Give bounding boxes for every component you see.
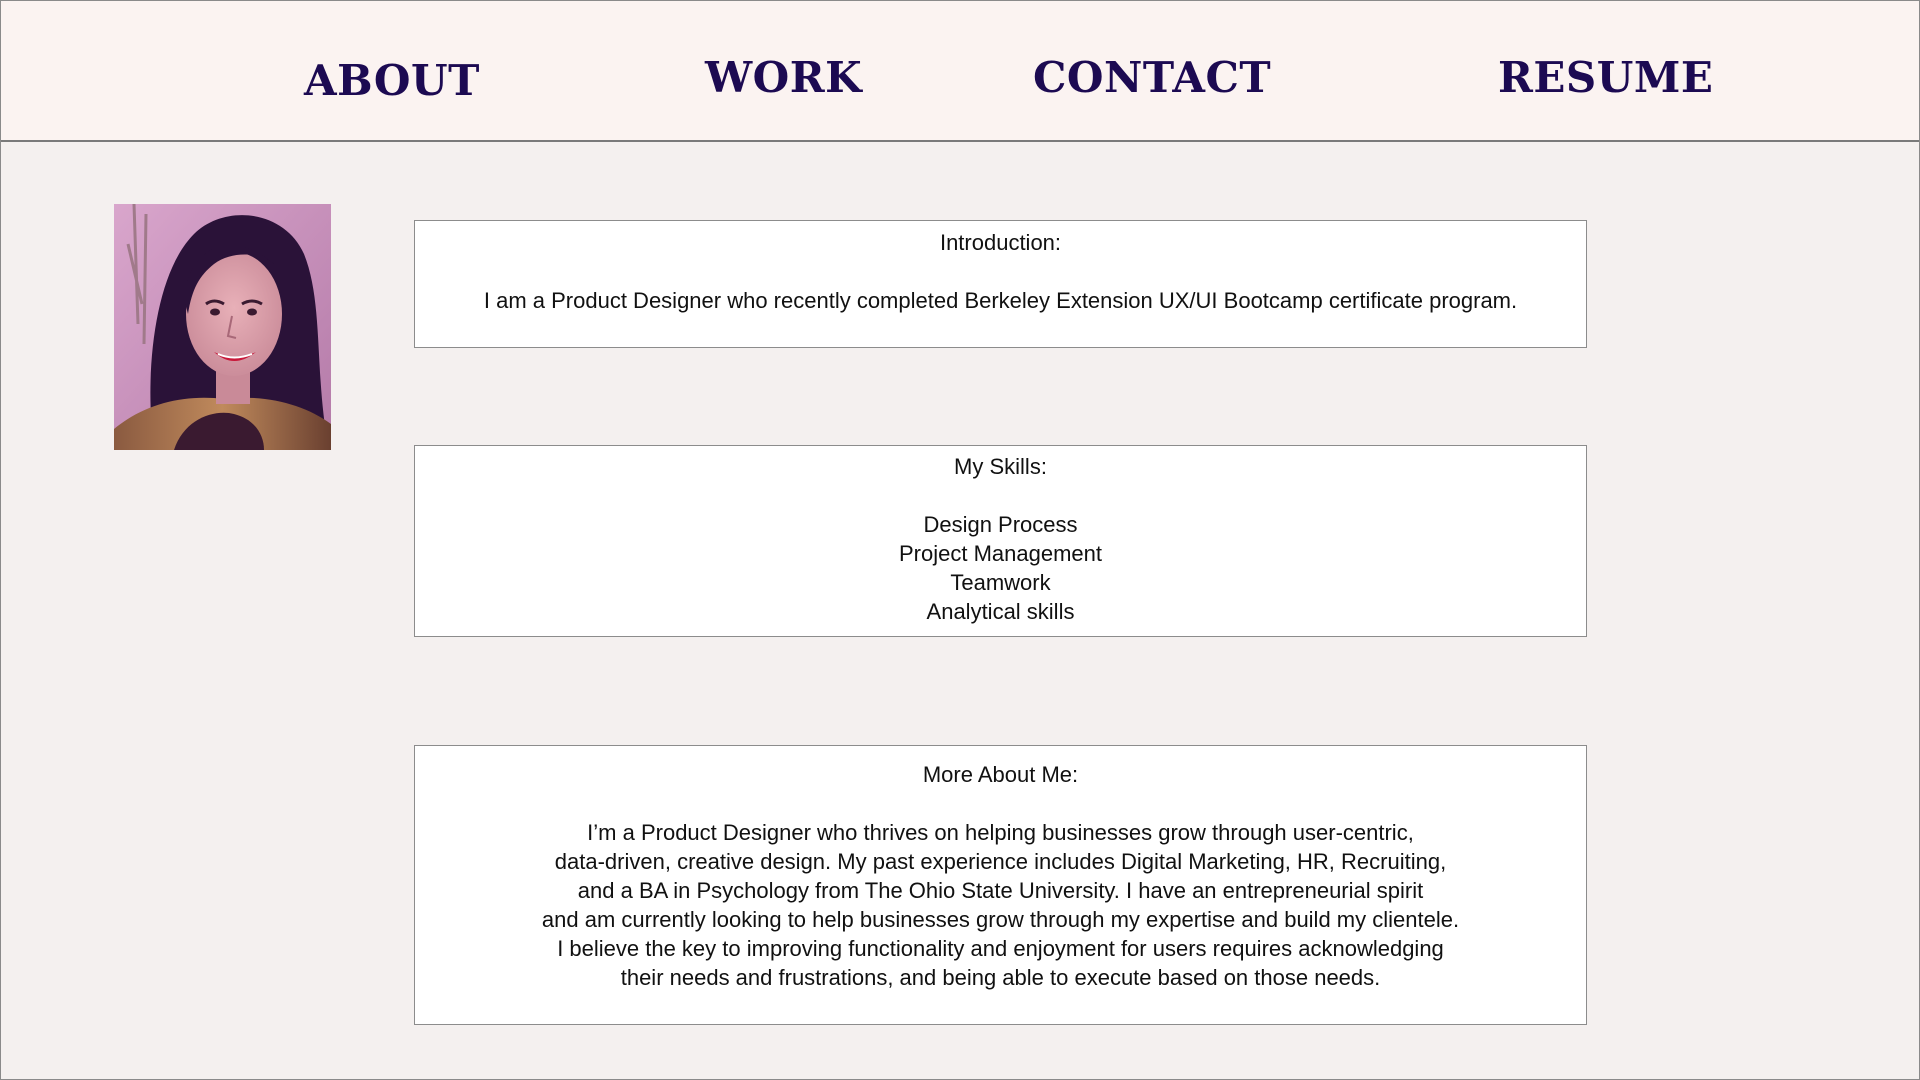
introduction-title: Introduction: <box>939 230 1062 255</box>
skill-item: Design Process <box>923 512 1078 537</box>
top-nav: ABOUT WORK CONTACT RESUME <box>1 1 1919 142</box>
more-about-me-text: I’m a Product Designer who thrives on he… <box>415 818 1586 992</box>
nav-resume-link[interactable]: RESUME <box>1498 53 1713 102</box>
more-about-me-line: and a BA in Psychology from The Ohio Sta… <box>577 878 1424 903</box>
more-about-me-line: I’m a Product Designer who thrives on he… <box>587 820 1414 845</box>
skills-title: My Skills: <box>954 454 1047 479</box>
introduction-card: Introduction: I am a Product Designer wh… <box>414 220 1587 348</box>
more-about-me-line: and am currently looking to help busines… <box>541 907 1460 932</box>
nav-contact-link[interactable]: CONTACT <box>1033 53 1271 102</box>
skill-item: Project Management <box>899 541 1102 566</box>
more-about-me-line: I believe the key to improving functiona… <box>557 936 1444 961</box>
more-about-me-line: data-driven, creative design. My past ex… <box>554 849 1447 874</box>
more-about-me-line: their needs and frustrations, and being … <box>620 965 1381 990</box>
profile-photo <box>114 204 331 450</box>
more-about-me-title: More About Me: <box>922 762 1079 787</box>
skills-card: My Skills: Design Process Project Manage… <box>414 445 1587 637</box>
nav-work-link[interactable]: WORK <box>705 53 862 102</box>
skill-item: Analytical skills <box>926 599 1075 624</box>
more-about-me-card: More About Me: I’m a Product Designer wh… <box>414 745 1587 1025</box>
nav-about-link[interactable]: ABOUT <box>304 56 480 105</box>
introduction-text: I am a Product Designer who recently com… <box>483 288 1518 313</box>
skill-item: Teamwork <box>950 570 1051 595</box>
skills-list: Design Process Project Management Teamwo… <box>415 510 1586 626</box>
